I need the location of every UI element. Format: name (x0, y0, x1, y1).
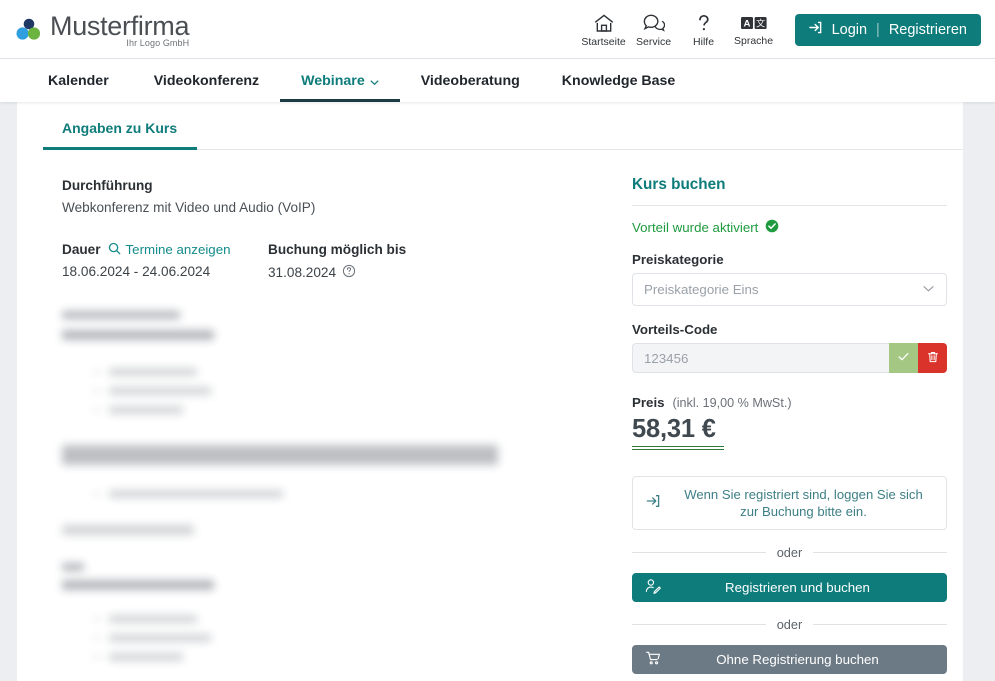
redacted-description-block (62, 311, 632, 661)
header-item-label: Sprache (734, 35, 773, 47)
booking-until-value-row: 31.08.2024 (268, 264, 406, 281)
chevron-down-icon (370, 75, 379, 84)
user-add-icon (645, 578, 661, 597)
benefit-code-label: Vorteils-Code (632, 322, 947, 337)
price-tax-note: (inkl. 19,00 % MwSt.) (673, 396, 792, 410)
nav-item-label: Knowledge Base (562, 73, 676, 89)
duration-value: 18.06.2024 - 24.06.2024 (62, 264, 268, 279)
benefit-code-delete-button[interactable] (918, 343, 947, 373)
benefit-code-input[interactable] (632, 343, 889, 373)
show-dates-label: Termine anzeigen (126, 242, 231, 257)
course-details-column: Durchführung Webkonferenz mit Video und … (17, 176, 632, 674)
login-hint-box[interactable]: Wenn Sie registriert sind, loggen Sie si… (632, 476, 947, 530)
chat-bubbles-icon (643, 13, 665, 33)
benefit-activated-status: Vorteil wurde aktiviert (632, 219, 947, 236)
price-category-value: Preiskategorie Eins (644, 282, 759, 297)
site-header: Musterfirma Ihr Logo GmbH Startseite (0, 0, 995, 59)
brand-name: Musterfirma (50, 11, 189, 41)
svg-text:文: 文 (756, 17, 765, 29)
nav-item-videokonferenz[interactable]: Videokonferenz (133, 59, 280, 102)
price-amount: 58,31 € (632, 415, 716, 451)
main-navigation: Kalender Videokonferenz Webinare Videobe… (0, 59, 995, 102)
book-without-registration-label: Ohne Registrierung buchen (661, 652, 934, 667)
page-body: Angaben zu Kurs Durchführung Webkonferen… (0, 102, 995, 681)
check-circle-icon (765, 219, 779, 236)
header-actions: Startseite Service Hilfe (579, 11, 981, 48)
or-separator-1: oder (632, 545, 947, 560)
check-icon (896, 349, 911, 367)
register-and-book-button[interactable]: Registrieren und buchen (632, 573, 947, 602)
course-meta-row: Dauer Termine anzeigen (62, 240, 632, 281)
header-item-label: Service (636, 36, 671, 48)
login-label: Login (832, 22, 867, 38)
nav-item-videoberatung[interactable]: Videoberatung (400, 59, 541, 102)
or-separator-2: oder (632, 617, 947, 632)
header-item-hilfe[interactable]: Hilfe (679, 11, 729, 48)
logo-mark-icon (15, 15, 43, 43)
nav-item-kalender[interactable]: Kalender (48, 59, 133, 102)
tab-strip: Angaben zu Kurs (17, 102, 963, 150)
or-label: oder (777, 545, 803, 560)
header-item-startseite[interactable]: Startseite (579, 11, 629, 48)
home-icon (593, 13, 615, 33)
price-label-row: Preis (inkl. 19,00 % MwSt.) (632, 395, 947, 410)
register-and-book-label: Registrieren und buchen (661, 580, 934, 595)
booking-until-value: 31.08.2024 (268, 265, 336, 280)
nav-item-knowledge-base[interactable]: Knowledge Base (541, 59, 697, 102)
duration-label: Dauer (62, 240, 101, 259)
duration-block: Dauer Termine anzeigen (62, 240, 268, 281)
book-without-registration-button[interactable]: Ohne Registrierung buchen (632, 645, 947, 674)
question-mark-icon (695, 13, 713, 33)
nav-item-webinare[interactable]: Webinare (280, 59, 400, 102)
register-label: Registrieren (889, 22, 967, 38)
nav-item-label: Videokonferenz (154, 73, 259, 89)
benefit-activated-label: Vorteil wurde aktiviert (632, 220, 758, 235)
booking-panel-title: Kurs buchen (632, 176, 947, 206)
trash-icon (926, 350, 940, 367)
price-category-select[interactable]: Preiskategorie Eins (632, 273, 947, 306)
tab-angaben-zu-kurs[interactable]: Angaben zu Kurs (43, 102, 179, 150)
svg-text:A: A (743, 19, 750, 30)
tab-label: Angaben zu Kurs (62, 120, 177, 136)
chevron-down-icon (922, 282, 935, 298)
nav-item-label: Videoberatung (421, 73, 520, 89)
login-arrow-icon (809, 20, 824, 39)
login-register-button[interactable]: Login | Registrieren (795, 14, 981, 46)
benefit-code-row (632, 343, 947, 373)
login-arrow-icon (646, 493, 662, 514)
header-item-label: Startseite (581, 36, 625, 48)
help-circle-icon[interactable] (342, 264, 356, 281)
login-hint-text: Wenn Sie registriert sind, loggen Sie si… (675, 486, 932, 520)
booking-panel: Kurs buchen Vorteil wurde aktiviert Prei… (632, 176, 947, 674)
brand-tagline: Ihr Logo GmbH (50, 38, 189, 48)
content-columns: Durchführung Webkonferenz mit Video und … (17, 150, 963, 674)
translate-icon: A 文 (739, 14, 769, 32)
price-label: Preis (632, 395, 665, 410)
cart-icon (645, 650, 661, 669)
search-icon (108, 242, 121, 258)
brand-logo[interactable]: Musterfirma Ihr Logo GmbH (12, 11, 189, 48)
content-card: Angaben zu Kurs Durchführung Webkonferen… (17, 102, 963, 681)
nav-item-label: Kalender (48, 73, 109, 89)
or-label: oder (777, 617, 803, 632)
login-separator: | (876, 22, 880, 38)
booking-until-block: Buchung möglich bis 31.08.2024 (268, 240, 406, 281)
execution-value: Webkonferenz mit Video und Audio (VoIP) (62, 198, 632, 218)
benefit-code-confirm-button[interactable] (889, 343, 918, 373)
nav-item-label: Webinare (301, 73, 365, 89)
show-dates-link[interactable]: Termine anzeigen (108, 242, 231, 258)
header-item-label: Hilfe (693, 36, 714, 48)
execution-label: Durchführung (62, 176, 632, 195)
booking-until-label: Buchung möglich bis (268, 240, 406, 259)
header-item-sprache[interactable]: A 文 Sprache (729, 12, 779, 47)
price-category-label: Preiskategorie (632, 252, 947, 267)
header-item-service[interactable]: Service (629, 11, 679, 48)
